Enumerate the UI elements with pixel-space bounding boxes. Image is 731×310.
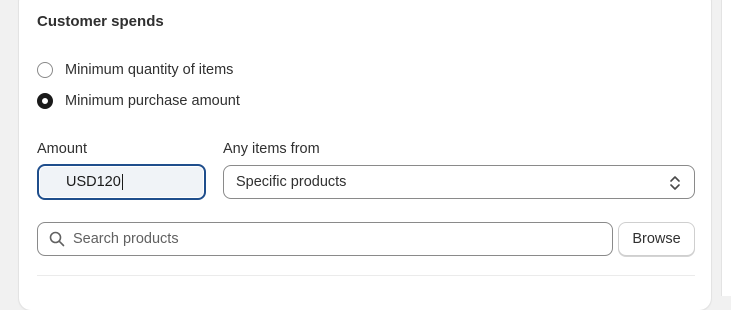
browse-button[interactable]: Browse xyxy=(618,222,695,256)
option-label: Minimum quantity of items xyxy=(65,62,234,78)
amount-input[interactable]: USD120 xyxy=(37,164,206,200)
option-minimum-purchase[interactable]: Minimum purchase amount xyxy=(37,91,240,111)
divider xyxy=(37,275,695,276)
search-input[interactable] xyxy=(73,231,593,247)
customer-spends-card xyxy=(19,0,711,310)
search-products-field[interactable] xyxy=(37,222,613,256)
option-label: Minimum purchase amount xyxy=(65,93,240,109)
radio-minimum-quantity[interactable] xyxy=(37,62,53,78)
items-from-selected: Specific products xyxy=(236,174,347,190)
text-caret xyxy=(121,174,123,190)
adjacent-panel-edge xyxy=(721,0,731,296)
items-from-select[interactable]: Specific products xyxy=(223,165,695,199)
option-minimum-quantity[interactable]: Minimum quantity of items xyxy=(37,60,233,80)
amount-label: Amount xyxy=(37,141,87,157)
section-title: Customer spends xyxy=(37,13,164,30)
search-icon xyxy=(49,231,65,247)
radio-minimum-purchase[interactable] xyxy=(37,93,53,109)
amount-value: USD120 xyxy=(66,174,121,190)
items-from-label: Any items from xyxy=(223,141,320,157)
chevron-up-down-icon xyxy=(670,176,680,190)
